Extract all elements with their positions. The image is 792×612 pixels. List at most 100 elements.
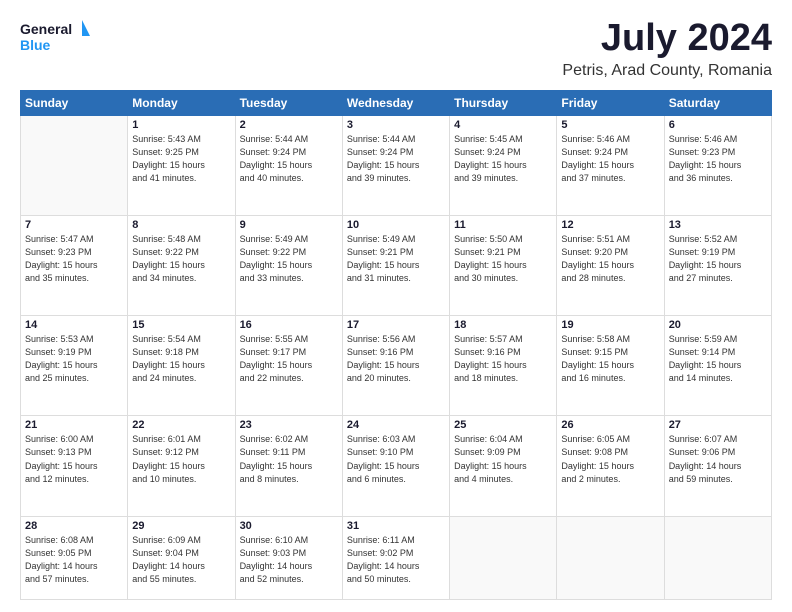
- day-number: 6: [669, 119, 767, 131]
- calendar-cell: 12 Sunrise: 5:51 AMSunset: 9:20 PMDayligh…: [557, 216, 664, 316]
- calendar-cell: 19 Sunrise: 5:58 AMSunset: 9:15 PMDayligh…: [557, 316, 664, 416]
- calendar-header-row: SundayMondayTuesdayWednesdayThursdayFrid…: [21, 90, 772, 115]
- day-info: Sunrise: 6:03 AMSunset: 9:10 PMDaylight:…: [347, 433, 445, 485]
- calendar-cell: 20 Sunrise: 5:59 AMSunset: 9:14 PMDayligh…: [664, 316, 771, 416]
- day-info: Sunrise: 6:08 AMSunset: 9:05 PMDaylight:…: [25, 534, 123, 586]
- calendar-cell: [450, 516, 557, 599]
- day-info: Sunrise: 5:46 AMSunset: 9:23 PMDaylight:…: [669, 133, 767, 185]
- day-number: 1: [132, 119, 230, 131]
- svg-text:Blue: Blue: [20, 37, 51, 53]
- header: General Blue July 2024 Petris, Arad Coun…: [20, 18, 772, 80]
- day-info: Sunrise: 6:02 AMSunset: 9:11 PMDaylight:…: [240, 433, 338, 485]
- calendar-header-thursday: Thursday: [450, 90, 557, 115]
- day-number: 17: [347, 319, 445, 331]
- day-info: Sunrise: 5:45 AMSunset: 9:24 PMDaylight:…: [454, 133, 552, 185]
- day-number: 18: [454, 319, 552, 331]
- calendar-cell: 1 Sunrise: 5:43 AMSunset: 9:25 PMDaylight…: [128, 115, 235, 215]
- day-number: 28: [25, 520, 123, 532]
- day-info: Sunrise: 5:44 AMSunset: 9:24 PMDaylight:…: [347, 133, 445, 185]
- svg-text:General: General: [20, 21, 72, 37]
- day-number: 5: [561, 119, 659, 131]
- day-number: 31: [347, 520, 445, 532]
- calendar-cell: 4 Sunrise: 5:45 AMSunset: 9:24 PMDaylight…: [450, 115, 557, 215]
- day-info: Sunrise: 5:46 AMSunset: 9:24 PMDaylight:…: [561, 133, 659, 185]
- day-number: 4: [454, 119, 552, 131]
- calendar-cell: 29 Sunrise: 6:09 AMSunset: 9:04 PMDayligh…: [128, 516, 235, 599]
- day-info: Sunrise: 5:58 AMSunset: 9:15 PMDaylight:…: [561, 333, 659, 385]
- day-number: 14: [25, 319, 123, 331]
- main-title: July 2024: [562, 18, 772, 60]
- calendar-cell: 30 Sunrise: 6:10 AMSunset: 9:03 PMDayligh…: [235, 516, 342, 599]
- logo: General Blue: [20, 18, 90, 56]
- calendar-cell: 16 Sunrise: 5:55 AMSunset: 9:17 PMDayligh…: [235, 316, 342, 416]
- day-info: Sunrise: 5:48 AMSunset: 9:22 PMDaylight:…: [132, 233, 230, 285]
- day-info: Sunrise: 5:59 AMSunset: 9:14 PMDaylight:…: [669, 333, 767, 385]
- calendar-cell: 9Sunrise: 5:49 AMSunset: 9:22 PMDaylight…: [235, 216, 342, 316]
- calendar-cell: 10 Sunrise: 5:49 AMSunset: 9:21 PMDayligh…: [342, 216, 449, 316]
- calendar-cell: 7 Sunrise: 5:47 AMSunset: 9:23 PMDaylight…: [21, 216, 128, 316]
- day-info: Sunrise: 5:54 AMSunset: 9:18 PMDaylight:…: [132, 333, 230, 385]
- calendar-header-wednesday: Wednesday: [342, 90, 449, 115]
- day-number: 25: [454, 419, 552, 431]
- day-info: Sunrise: 5:47 AMSunset: 9:23 PMDaylight:…: [25, 233, 123, 285]
- calendar-cell: 28 Sunrise: 6:08 AMSunset: 9:05 PMDayligh…: [21, 516, 128, 599]
- day-number: 22: [132, 419, 230, 431]
- calendar-week-2: 14 Sunrise: 5:53 AMSunset: 9:19 PMDayligh…: [21, 316, 772, 416]
- day-info: Sunrise: 5:49 AMSunset: 9:21 PMDaylight:…: [347, 233, 445, 285]
- calendar-cell: 22 Sunrise: 6:01 AMSunset: 9:12 PMDayligh…: [128, 416, 235, 516]
- day-number: 20: [669, 319, 767, 331]
- day-number: 10: [347, 219, 445, 231]
- day-number: 7: [25, 219, 123, 231]
- page: General Blue July 2024 Petris, Arad Coun…: [0, 0, 792, 612]
- day-number: 16: [240, 319, 338, 331]
- day-number: 2: [240, 119, 338, 131]
- day-info: Sunrise: 5:57 AMSunset: 9:16 PMDaylight:…: [454, 333, 552, 385]
- calendar-cell: 27 Sunrise: 6:07 AMSunset: 9:06 PMDayligh…: [664, 416, 771, 516]
- day-info: Sunrise: 6:09 AMSunset: 9:04 PMDaylight:…: [132, 534, 230, 586]
- calendar-cell: 31 Sunrise: 6:11 AMSunset: 9:02 PMDayligh…: [342, 516, 449, 599]
- day-info: Sunrise: 6:10 AMSunset: 9:03 PMDaylight:…: [240, 534, 338, 586]
- day-info: Sunrise: 5:44 AMSunset: 9:24 PMDaylight:…: [240, 133, 338, 185]
- calendar-header-friday: Friday: [557, 90, 664, 115]
- calendar-week-0: 1 Sunrise: 5:43 AMSunset: 9:25 PMDaylight…: [21, 115, 772, 215]
- calendar-header-sunday: Sunday: [21, 90, 128, 115]
- calendar-cell: 26Sunrise: 6:05 AMSunset: 9:08 PMDayligh…: [557, 416, 664, 516]
- logo-svg: General Blue: [20, 18, 90, 56]
- day-info: Sunrise: 5:43 AMSunset: 9:25 PMDaylight:…: [132, 133, 230, 185]
- calendar-week-1: 7 Sunrise: 5:47 AMSunset: 9:23 PMDaylight…: [21, 216, 772, 316]
- day-number: 27: [669, 419, 767, 431]
- calendar-cell: [21, 115, 128, 215]
- calendar-cell: 25Sunrise: 6:04 AMSunset: 9:09 PMDayligh…: [450, 416, 557, 516]
- day-info: Sunrise: 5:50 AMSunset: 9:21 PMDaylight:…: [454, 233, 552, 285]
- calendar-week-3: 21 Sunrise: 6:00 AMSunset: 9:13 PMDayligh…: [21, 416, 772, 516]
- calendar-cell: 23 Sunrise: 6:02 AMSunset: 9:11 PMDayligh…: [235, 416, 342, 516]
- calendar-cell: 24Sunrise: 6:03 AMSunset: 9:10 PMDayligh…: [342, 416, 449, 516]
- day-info: Sunrise: 5:53 AMSunset: 9:19 PMDaylight:…: [25, 333, 123, 385]
- calendar-cell: 13Sunrise: 5:52 AMSunset: 9:19 PMDayligh…: [664, 216, 771, 316]
- day-number: 23: [240, 419, 338, 431]
- day-info: Sunrise: 6:00 AMSunset: 9:13 PMDaylight:…: [25, 433, 123, 485]
- calendar-cell: 15Sunrise: 5:54 AMSunset: 9:18 PMDayligh…: [128, 316, 235, 416]
- day-number: 11: [454, 219, 552, 231]
- day-info: Sunrise: 6:01 AMSunset: 9:12 PMDaylight:…: [132, 433, 230, 485]
- calendar-header-saturday: Saturday: [664, 90, 771, 115]
- day-info: Sunrise: 6:11 AMSunset: 9:02 PMDaylight:…: [347, 534, 445, 586]
- calendar-cell: 5 Sunrise: 5:46 AMSunset: 9:24 PMDaylight…: [557, 115, 664, 215]
- calendar-header-tuesday: Tuesday: [235, 90, 342, 115]
- day-number: 21: [25, 419, 123, 431]
- day-number: 26: [561, 419, 659, 431]
- day-number: 19: [561, 319, 659, 331]
- day-info: Sunrise: 5:55 AMSunset: 9:17 PMDaylight:…: [240, 333, 338, 385]
- calendar-cell: 3Sunrise: 5:44 AMSunset: 9:24 PMDaylight…: [342, 115, 449, 215]
- day-number: 30: [240, 520, 338, 532]
- day-info: Sunrise: 6:07 AMSunset: 9:06 PMDaylight:…: [669, 433, 767, 485]
- calendar-cell: [557, 516, 664, 599]
- day-number: 12: [561, 219, 659, 231]
- calendar-cell: [664, 516, 771, 599]
- day-number: 29: [132, 520, 230, 532]
- day-info: Sunrise: 5:51 AMSunset: 9:20 PMDaylight:…: [561, 233, 659, 285]
- calendar-cell: 11 Sunrise: 5:50 AMSunset: 9:21 PMDayligh…: [450, 216, 557, 316]
- calendar-cell: 18 Sunrise: 5:57 AMSunset: 9:16 PMDayligh…: [450, 316, 557, 416]
- calendar-cell: 17Sunrise: 5:56 AMSunset: 9:16 PMDayligh…: [342, 316, 449, 416]
- calendar-header-monday: Monday: [128, 90, 235, 115]
